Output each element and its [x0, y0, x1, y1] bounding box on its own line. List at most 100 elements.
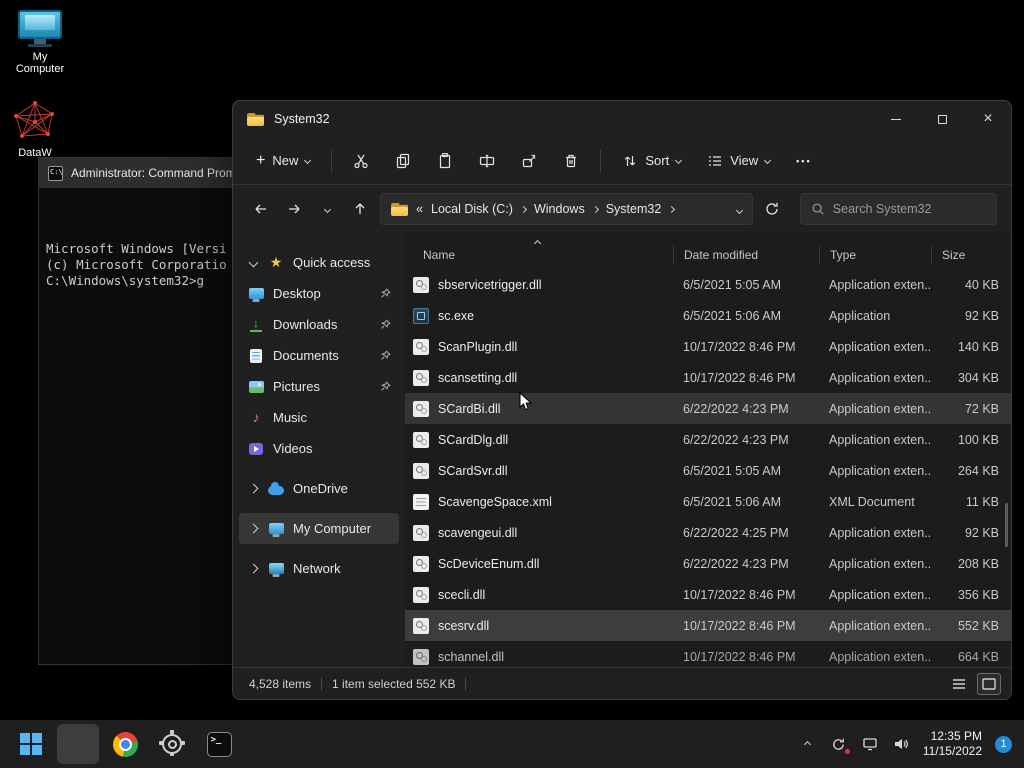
desktop-icon-dataw[interactable]: DataW	[2, 100, 68, 159]
taskbar-start-button[interactable]	[10, 724, 52, 764]
view-icon	[709, 155, 722, 166]
sort-icon	[625, 155, 636, 166]
taskbar-explorer-button[interactable]	[57, 724, 99, 764]
search-box[interactable]	[799, 193, 998, 225]
sidebar-item-onedrive[interactable]: OneDrive	[239, 473, 399, 504]
column-header-name[interactable]: Name	[413, 245, 673, 265]
new-button[interactable]: New	[247, 144, 319, 178]
expand-chevron-icon[interactable]	[247, 257, 259, 268]
sidebar-item-quick-access[interactable]: Quick access	[239, 247, 399, 278]
sidebar-item-desktop[interactable]: Desktop	[239, 278, 399, 309]
chevron-right-icon[interactable]	[519, 205, 528, 214]
desktop-icon-label: My Computer	[15, 51, 65, 75]
recent-locations-button[interactable]	[314, 194, 341, 224]
copy-icon	[397, 153, 410, 168]
volume-icon[interactable]	[892, 735, 910, 753]
search-input[interactable]	[832, 202, 983, 216]
breadcrumb-item[interactable]: Local Disk (C:)	[431, 202, 513, 216]
file-type: Application exten...	[829, 339, 931, 354]
network-icon[interactable]	[861, 735, 879, 753]
file-row[interactable]: sc.exe 6/5/2021 5:06 AM Application 92 K…	[405, 300, 1011, 331]
sidebar-item-label: Pictures	[273, 379, 320, 394]
delete-button[interactable]	[554, 144, 588, 178]
file-type: Application	[829, 308, 891, 323]
view-button[interactable]: View	[698, 144, 779, 178]
breadcrumb-item[interactable]: System32	[606, 202, 662, 216]
breadcrumb-item[interactable]: Windows	[534, 202, 585, 216]
file-row[interactable]: ScDeviceEnum.dll 6/22/2022 4:23 PM Appli…	[405, 548, 1011, 579]
copy-button[interactable]	[386, 144, 420, 178]
details-view-button[interactable]	[947, 673, 971, 695]
explorer-title-bar[interactable]: System32	[233, 101, 1011, 137]
more-options-button[interactable]	[787, 144, 820, 178]
cmd-title: Administrator: Command Prom	[71, 166, 236, 180]
breadcrumb-overflow[interactable]: «	[416, 202, 423, 216]
items-count: 4,528 items	[249, 676, 312, 691]
sidebar-item-icon	[247, 380, 265, 393]
share-button[interactable]	[512, 144, 546, 178]
close-button[interactable]	[965, 101, 1011, 137]
file-row[interactable]: scansetting.dll 10/17/2022 8:46 PM Appli…	[405, 362, 1011, 393]
expand-chevron-icon[interactable]	[247, 523, 259, 534]
maximize-button[interactable]	[919, 101, 965, 137]
sidebar-item-icon	[247, 442, 265, 455]
taskbar-chrome-button[interactable]	[104, 724, 146, 764]
rename-button[interactable]	[470, 144, 504, 178]
file-row[interactable]: ScavengeSpace.xml 6/5/2021 5:06 AM XML D…	[405, 486, 1011, 517]
forward-button[interactable]	[280, 194, 307, 224]
clock[interactable]: 12:35 PM 11/15/2022	[923, 729, 982, 759]
file-type: Application exten...	[829, 432, 931, 447]
refresh-button[interactable]	[759, 194, 786, 224]
chevron-right-icon[interactable]	[591, 205, 599, 214]
vertical-scrollbar-thumb[interactable]	[1005, 503, 1008, 547]
expand-chevron-icon[interactable]	[247, 483, 259, 494]
file-type-icon	[413, 555, 429, 572]
file-row[interactable]: SCardSvr.dll 6/5/2021 5:05 AM Applicatio…	[405, 455, 1011, 486]
sidebar-item-label: Network	[293, 561, 341, 576]
back-button[interactable]	[247, 194, 274, 224]
file-row[interactable]: SCardBi.dll 6/22/2022 4:23 PM Applicatio…	[405, 393, 1011, 424]
file-row[interactable]: sbservicetrigger.dll 6/5/2021 5:05 AM Ap…	[405, 269, 1011, 300]
sidebar-item-videos[interactable]: Videos	[239, 433, 399, 464]
address-bar[interactable]: « Local Disk (C:) Windows System32	[380, 193, 753, 225]
taskbar-terminal-button[interactable]	[198, 724, 240, 764]
expand-chevron-icon[interactable]	[247, 563, 259, 574]
column-header-size[interactable]: Size	[931, 245, 1011, 265]
file-size: 208 KB	[957, 556, 999, 571]
sidebar-item-music[interactable]: Music	[239, 402, 399, 433]
file-row[interactable]: ScanPlugin.dll 10/17/2022 8:46 PM Applic…	[405, 331, 1011, 362]
file-name: SCardBi.dll	[438, 401, 501, 416]
chevron-right-icon[interactable]	[668, 205, 676, 214]
sort-button[interactable]: Sort	[613, 144, 690, 178]
column-header-type[interactable]: Type	[819, 245, 931, 265]
sync-status-icon[interactable]	[830, 735, 851, 755]
breadcrumb: Local Disk (C:) Windows System32	[431, 202, 676, 216]
file-row[interactable]: schannel.dll 10/17/2022 8:46 PM Applicat…	[405, 641, 1011, 667]
file-row[interactable]: scavengeui.dll 6/22/2022 4:25 PM Applica…	[405, 517, 1011, 548]
notification-count-badge[interactable]: 1	[995, 735, 1012, 753]
share-icon	[523, 154, 536, 167]
desktop-icon-my-computer[interactable]: My Computer	[7, 10, 73, 75]
sidebar-item-documents[interactable]: Documents	[239, 340, 399, 371]
address-dropdown-button[interactable]	[735, 202, 743, 216]
file-row[interactable]: SCardDlg.dll 6/22/2022 4:23 PM Applicati…	[405, 424, 1011, 455]
paste-button[interactable]	[428, 144, 462, 178]
large-icons-view-button[interactable]	[977, 672, 1001, 695]
sidebar-item-pictures[interactable]: Pictures	[239, 371, 399, 402]
column-header-date-modified[interactable]: Date modified	[673, 245, 819, 265]
sidebar-item-my-computer[interactable]: My Computer	[239, 513, 399, 544]
file-row[interactable]: scecli.dll 10/17/2022 8:46 PM Applicatio…	[405, 579, 1011, 610]
minimize-button[interactable]	[873, 101, 919, 137]
file-date-modified: 6/22/2022 4:23 PM	[683, 556, 789, 571]
up-button[interactable]	[347, 194, 374, 224]
file-type-icon	[413, 307, 429, 324]
file-row[interactable]: scesrv.dll 10/17/2022 8:46 PM Applicatio…	[405, 610, 1011, 641]
taskbar-settings-button[interactable]	[151, 724, 193, 764]
sidebar-item-network[interactable]: Network	[239, 553, 399, 584]
file-date-modified: 6/22/2022 4:23 PM	[683, 432, 789, 447]
address-row: « Local Disk (C:) Windows System32	[233, 185, 1011, 233]
hidden-icons-button[interactable]	[799, 735, 817, 753]
cut-button[interactable]	[344, 144, 378, 178]
file-date-modified: 6/5/2021 5:06 AM	[683, 308, 781, 323]
sidebar-item-downloads[interactable]: Downloads	[239, 309, 399, 340]
